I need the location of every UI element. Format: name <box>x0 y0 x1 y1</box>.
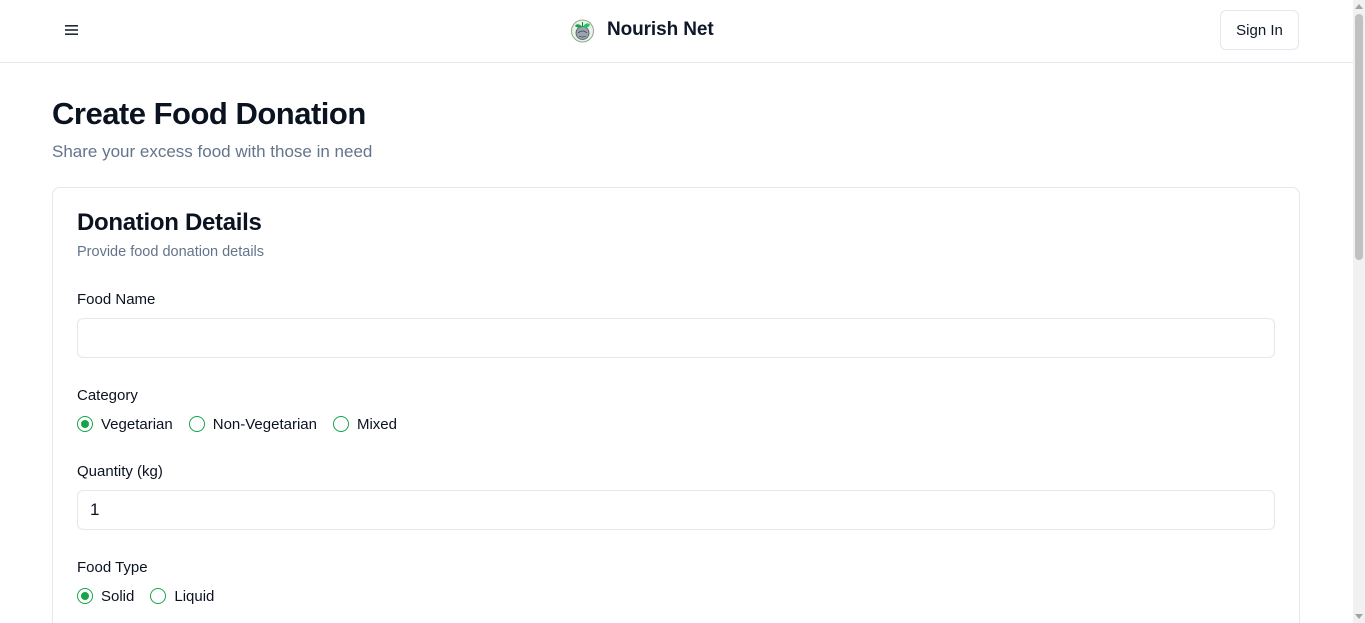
card-title: Donation Details <box>77 209 262 236</box>
radio-unchecked-icon[interactable] <box>332 416 349 432</box>
food-name-label: Food Name <box>77 291 156 308</box>
food-type-radio-group: Solid Liquid <box>77 586 230 606</box>
category-label: Category <box>77 387 138 404</box>
radio-checked-icon[interactable] <box>77 416 93 432</box>
radio-label: Solid <box>101 587 135 605</box>
food-type-label: Food Type <box>77 559 148 576</box>
scroll-down-arrow-icon[interactable] <box>1355 614 1363 619</box>
scroll-up-arrow-icon[interactable] <box>1355 4 1363 9</box>
food-type-option-solid[interactable]: Solid <box>77 588 134 605</box>
radio-label: Non-Vegetarian <box>212 415 317 433</box>
page-title: Create Food Donation <box>52 96 366 131</box>
quantity-input[interactable] <box>77 490 1275 530</box>
vertical-scrollbar[interactable] <box>1353 0 1365 623</box>
food-type-option-liquid[interactable]: Liquid <box>150 588 214 605</box>
brand[interactable]: Nourish Net <box>570 14 714 46</box>
donation-details-card: Donation Details Provide food donation d… <box>52 187 1300 623</box>
scrollbar-thumb[interactable] <box>1355 14 1363 260</box>
leaf-globe-logo-icon <box>571 19 594 42</box>
radio-label: Liquid <box>174 587 215 605</box>
radio-label: Vegetarian <box>101 415 173 433</box>
category-option-non-vegetarian[interactable]: Non-Vegetarian <box>188 415 317 433</box>
radio-label: Mixed <box>356 415 397 433</box>
food-name-input[interactable] <box>77 318 1275 358</box>
page-subtitle: Share your excess food with those in nee… <box>52 142 373 161</box>
category-radio-group: Vegetarian Non-Vegetarian Mixed <box>77 414 413 434</box>
brand-name: Nourish Net <box>607 19 714 40</box>
category-option-mixed[interactable]: Mixed <box>332 415 397 433</box>
top-navigation-bar: Nourish Net Sign In <box>0 0 1353 63</box>
quantity-label: Quantity (kg) <box>77 463 163 480</box>
card-subtitle: Provide food donation details <box>77 244 265 260</box>
radio-unchecked-icon[interactable] <box>150 588 167 604</box>
hamburger-menu-icon[interactable] <box>58 17 86 43</box>
radio-unchecked-icon[interactable] <box>188 416 205 432</box>
radio-checked-icon[interactable] <box>77 588 93 604</box>
category-option-vegetarian[interactable]: Vegetarian <box>77 416 173 433</box>
sign-in-button[interactable]: Sign In <box>1220 10 1299 50</box>
